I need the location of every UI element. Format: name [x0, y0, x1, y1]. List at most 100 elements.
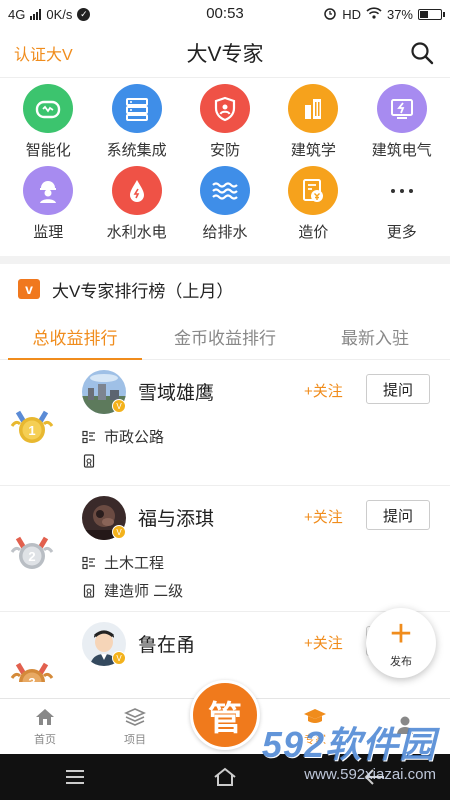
plus-icon: + [389, 613, 413, 655]
list-icon [82, 556, 95, 569]
category-label: 给排水 [202, 224, 248, 241]
verified-v-icon: V [112, 399, 126, 413]
verify-bigv-link[interactable]: 认证大V [14, 41, 73, 65]
more-icon [377, 166, 427, 215]
home-nav-icon[interactable] [212, 767, 238, 787]
silver-medal-icon: 2 [10, 536, 54, 569]
expert-cert-row [82, 454, 104, 468]
status-bar: 4G 0K/s ✓ 00:53 HD 37% [0, 0, 450, 28]
system-nav-bar [0, 754, 450, 800]
publish-button[interactable]: + 发布 [366, 608, 436, 678]
category-architecture[interactable]: 建筑学 [269, 84, 357, 160]
graduation-cap-icon [304, 708, 326, 723]
medal-rank: 2 [28, 549, 35, 564]
tab-coin-earnings[interactable]: 金币收益排行 [150, 314, 300, 359]
category-system-integration[interactable]: 系统集成 [92, 84, 180, 160]
water-drop-icon [111, 166, 162, 215]
nav-label: 专家 [304, 733, 326, 746]
search-icon [411, 41, 434, 64]
certificate-icon [83, 454, 95, 468]
list-icon [82, 430, 95, 443]
category-grid: 智能化 系统集成 安防 建筑学 建筑电气 监理 水利水电 给排水 造价 更多 [0, 78, 450, 242]
category-supervision[interactable]: 监理 [4, 166, 92, 242]
ranking-tabs: 总收益排行 金币收益排行 最新入驻 [0, 314, 450, 360]
manage-center-icon: 管 [208, 699, 242, 738]
expert-row[interactable]: 1 V 雪域雄鹰 +关注 提问 市政公路 [0, 360, 450, 486]
expert-name[interactable]: 雪域雄鹰 [138, 378, 214, 405]
category-label: 监理 [33, 224, 64, 241]
back-icon[interactable] [363, 767, 387, 787]
ranking-header: v 大V专家排行榜（上月） [0, 264, 450, 314]
tab-newest[interactable]: 最新入驻 [300, 314, 450, 359]
follow-button[interactable]: +关注 [304, 380, 343, 401]
follow-button[interactable]: +关注 [304, 632, 343, 653]
category-smart[interactable]: 智能化 [4, 84, 92, 160]
ask-button[interactable]: 提问 [366, 500, 430, 530]
category-hydropower[interactable]: 水利水电 [92, 166, 180, 242]
app-header: 认证大V 大V专家 [0, 28, 450, 78]
category-water-drainage[interactable]: 给排水 [181, 166, 269, 242]
nav-profile[interactable] [360, 699, 450, 754]
manage-center-button[interactable]: 管 [190, 680, 260, 750]
publish-label: 发布 [390, 656, 412, 668]
nav-label: 首页 [34, 733, 56, 746]
bigv-logo-icon: v [18, 279, 40, 299]
ask-button[interactable]: 提问 [366, 374, 430, 404]
category-label: 建筑电气 [371, 142, 432, 159]
shield-icon [199, 84, 250, 133]
nav-label: 项目 [124, 733, 146, 746]
expert-name[interactable]: 福与添琪 [138, 504, 214, 531]
certificate-icon [83, 583, 95, 598]
category-label: 安防 [209, 142, 240, 159]
nav-home[interactable]: 首页 [0, 699, 90, 754]
expert-field-row: 市政公路 [82, 426, 164, 447]
expert-field: 土木工程 [104, 555, 165, 572]
cost-icon [288, 166, 339, 215]
nav-projects[interactable]: 项目 [90, 699, 180, 754]
layers-icon [124, 707, 146, 726]
building-icon [288, 84, 339, 133]
water-waves-icon [199, 166, 250, 215]
verified-v-icon: V [112, 525, 126, 539]
category-cost[interactable]: 造价 [269, 166, 357, 242]
medal-rank: 3 [28, 675, 35, 682]
search-button[interactable] [408, 39, 436, 67]
signal-icon [30, 8, 42, 20]
wifi-icon [366, 6, 382, 22]
electric-panel-icon [376, 84, 427, 133]
category-label: 更多 [386, 224, 417, 241]
expert-cert-row: 建造师 二级 [82, 580, 183, 601]
category-label: 系统集成 [106, 142, 167, 159]
tab-total-earnings[interactable]: 总收益排行 [0, 314, 150, 360]
battery-icon [418, 8, 445, 20]
verified-v-icon: V [112, 651, 126, 665]
category-security[interactable]: 安防 [181, 84, 269, 160]
ranking-title: 大V专家排行榜（上月） [52, 281, 234, 301]
person-icon [397, 716, 413, 734]
home-icon [36, 708, 54, 725]
hd-indicator: HD [342, 6, 361, 22]
nav-experts[interactable]: 专家 [270, 699, 360, 754]
category-more[interactable]: 更多 [358, 166, 446, 242]
check-icon: ✓ [77, 7, 91, 21]
server-icon [111, 84, 162, 133]
supervisor-icon [23, 166, 74, 215]
alarm-icon [323, 6, 337, 23]
expert-name[interactable]: 鲁在甬 [138, 630, 195, 657]
expert-row[interactable]: 2 V 福与添琪 +关注 提问 土木工程 建造师 二级 [0, 486, 450, 612]
battery-percent: 37% [386, 6, 413, 22]
category-label: 智能化 [25, 142, 71, 159]
follow-button[interactable]: +关注 [304, 506, 343, 527]
robot-icon [23, 84, 74, 133]
status-right: HD 37% [323, 6, 445, 23]
status-left: 4G 0K/s ✓ [8, 6, 91, 22]
menu-icon[interactable] [63, 768, 87, 786]
category-label: 造价 [298, 224, 329, 241]
bronze-medal-icon: 3 [10, 662, 54, 682]
section-divider [0, 256, 450, 264]
network-speed: 0K/s [46, 6, 73, 22]
category-building-electric[interactable]: 建筑电气 [358, 84, 446, 160]
network-type: 4G [8, 6, 26, 22]
gold-medal-icon: 1 [10, 410, 54, 443]
expert-cert: 建造师 二级 [104, 583, 184, 600]
